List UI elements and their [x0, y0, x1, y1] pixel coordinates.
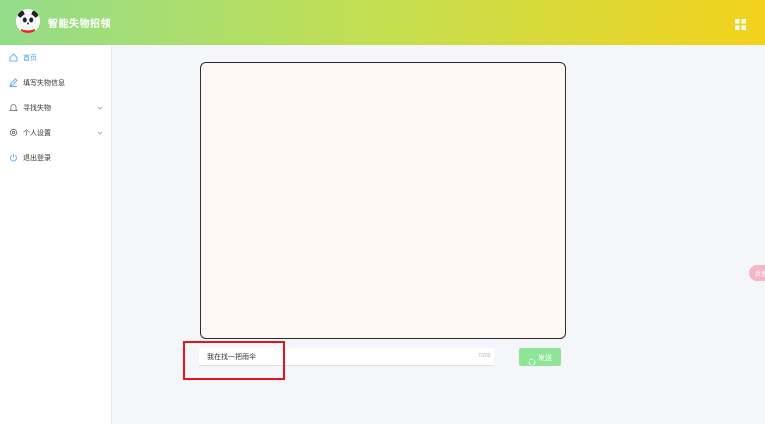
sidebar-item-label: 首页	[23, 55, 37, 62]
sidebar-item-label: 寻找失物	[23, 105, 51, 112]
send-button[interactable]: 发送	[519, 348, 561, 366]
sidebar-item-logout[interactable]: 退出登录	[0, 145, 112, 170]
feedback-tab-label: 反馈	[755, 272, 765, 278]
sidebar-item-label: 个人设置	[23, 130, 51, 137]
sidebar-item-label: 退出登录	[23, 155, 51, 162]
sidebar-item-fill-info[interactable]: 填写失物信息	[0, 70, 112, 95]
sidebar: 首页 填写失物信息 寻找失物 个人设置 退出登录	[0, 45, 112, 424]
send-button-label: 发送	[538, 355, 552, 362]
home-icon	[9, 53, 18, 62]
app-title: 智能失物招领	[48, 19, 111, 30]
sidebar-item-find-lost[interactable]: 寻找失物	[0, 95, 112, 120]
edit-icon	[9, 78, 18, 87]
char-count: 7/200	[478, 353, 491, 359]
chevron-down-icon	[97, 130, 103, 136]
sidebar-item-personal-settings[interactable]: 个人设置	[0, 120, 112, 145]
sidebar-item-home[interactable]: 首页	[0, 45, 112, 70]
send-icon	[528, 353, 536, 366]
search-bell-icon	[9, 103, 18, 112]
power-icon	[9, 153, 18, 162]
chevron-down-icon	[97, 105, 103, 111]
sidebar-item-label: 填写失物信息	[23, 80, 65, 87]
highlight-annotation-box	[183, 341, 285, 380]
settings-icon	[9, 128, 18, 137]
grid-icon[interactable]	[735, 17, 746, 30]
panda-logo	[16, 9, 40, 33]
image-display-area	[200, 62, 566, 339]
top-header: 智能失物招领	[0, 0, 765, 45]
feedback-tab[interactable]: 反馈	[749, 265, 765, 281]
